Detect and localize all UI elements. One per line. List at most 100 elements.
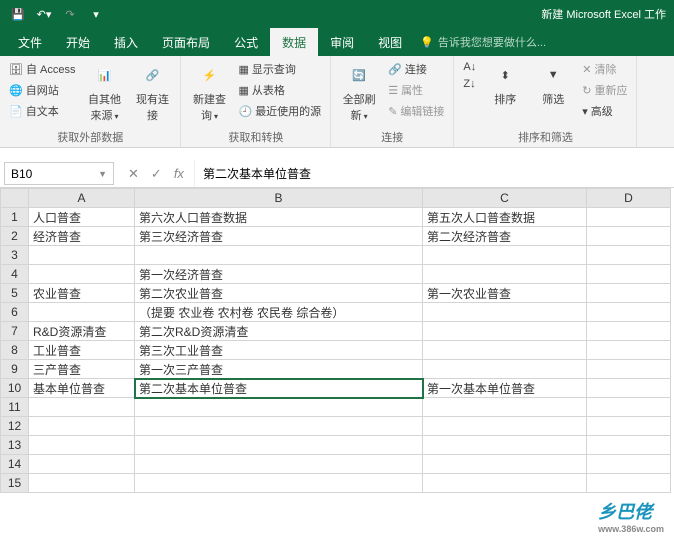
cell-B12[interactable]	[135, 417, 423, 436]
cell-C1[interactable]: 第五次人口普查数据	[423, 208, 587, 227]
from-web-button[interactable]: 🌐自网站	[6, 80, 78, 100]
show-queries-button[interactable]: ▦显示查询	[235, 59, 324, 79]
cell-A7[interactable]: R&D资源清查	[29, 322, 135, 341]
cell-B5[interactable]: 第二次农业普查	[135, 284, 423, 303]
cell-A3[interactable]	[29, 246, 135, 265]
row-header-10[interactable]: 10	[1, 379, 29, 398]
cell-B2[interactable]: 第三次经济普查	[135, 227, 423, 246]
cell-C7[interactable]	[423, 322, 587, 341]
row-header-14[interactable]: 14	[1, 455, 29, 474]
col-header-B[interactable]: B	[135, 189, 423, 208]
cell-C8[interactable]	[423, 341, 587, 360]
cell-D11[interactable]	[587, 398, 671, 417]
cell-A8[interactable]: 工业普查	[29, 341, 135, 360]
row-header-7[interactable]: 7	[1, 322, 29, 341]
cell-C6[interactable]	[423, 303, 587, 322]
properties-button[interactable]: ☰属性	[385, 80, 447, 100]
cell-C12[interactable]	[423, 417, 587, 436]
save-icon[interactable]: 💾	[8, 4, 28, 24]
cell-D2[interactable]	[587, 227, 671, 246]
tab-data[interactable]: 数据	[270, 28, 318, 56]
undo-icon[interactable]: ↶▾	[34, 4, 54, 24]
row-header-6[interactable]: 6	[1, 303, 29, 322]
tab-file[interactable]: 文件	[6, 28, 54, 56]
cell-D15[interactable]	[587, 474, 671, 493]
row-header-1[interactable]: 1	[1, 208, 29, 227]
cell-C3[interactable]	[423, 246, 587, 265]
sort-button[interactable]: ⬍排序	[483, 59, 527, 109]
cell-A14[interactable]	[29, 455, 135, 474]
cell-A13[interactable]	[29, 436, 135, 455]
cell-C13[interactable]	[423, 436, 587, 455]
cell-D1[interactable]	[587, 208, 671, 227]
row-header-12[interactable]: 12	[1, 417, 29, 436]
col-header-A[interactable]: A	[29, 189, 135, 208]
cell-C11[interactable]	[423, 398, 587, 417]
cell-A2[interactable]: 经济普查	[29, 227, 135, 246]
cancel-icon[interactable]: ✕	[128, 166, 139, 182]
name-box[interactable]: B10 ▼	[4, 162, 114, 185]
cell-A12[interactable]	[29, 417, 135, 436]
cell-B1[interactable]: 第六次人口普查数据	[135, 208, 423, 227]
recent-sources-button[interactable]: 🕘最近使用的源	[235, 101, 324, 121]
sort-asc-button[interactable]: A↓	[460, 59, 479, 75]
cell-B14[interactable]	[135, 455, 423, 474]
edit-links-button[interactable]: ✎编辑链接	[385, 101, 447, 121]
formula-input[interactable]: 第二次基本单位普查	[194, 160, 674, 187]
cell-D9[interactable]	[587, 360, 671, 379]
col-header-C[interactable]: C	[423, 189, 587, 208]
new-query-button[interactable]: ⚡新建查询	[187, 59, 231, 125]
row-header-8[interactable]: 8	[1, 341, 29, 360]
refresh-all-button[interactable]: 🔄全部刷新	[337, 59, 381, 125]
redo-icon[interactable]: ↷	[60, 4, 80, 24]
col-header-D[interactable]: D	[587, 189, 671, 208]
cell-D13[interactable]	[587, 436, 671, 455]
tab-page-layout[interactable]: 页面布局	[150, 28, 222, 56]
cell-C10[interactable]: 第一次基本单位普查	[423, 379, 587, 398]
row-header-5[interactable]: 5	[1, 284, 29, 303]
from-text-button[interactable]: 📄自文本	[6, 101, 78, 121]
cell-B15[interactable]	[135, 474, 423, 493]
reapply-button[interactable]: ↻重新应	[579, 80, 630, 100]
cell-C9[interactable]	[423, 360, 587, 379]
tab-formulas[interactable]: 公式	[222, 28, 270, 56]
cell-A6[interactable]	[29, 303, 135, 322]
tab-insert[interactable]: 插入	[102, 28, 150, 56]
clear-filter-button[interactable]: ✕清除	[579, 59, 630, 79]
cell-B10[interactable]: 第二次基本单位普查	[135, 379, 423, 398]
select-all-cell[interactable]	[1, 189, 29, 208]
cell-C5[interactable]: 第一次农业普查	[423, 284, 587, 303]
qat-customize-icon[interactable]: ▾	[86, 4, 106, 24]
cell-A15[interactable]	[29, 474, 135, 493]
tell-me[interactable]: 💡 告诉我您想要做什么...	[420, 28, 546, 56]
cell-A9[interactable]: 三产普查	[29, 360, 135, 379]
row-header-2[interactable]: 2	[1, 227, 29, 246]
cell-D5[interactable]	[587, 284, 671, 303]
chevron-down-icon[interactable]: ▼	[98, 169, 107, 179]
cell-D10[interactable]	[587, 379, 671, 398]
advanced-filter-button[interactable]: ▾高级	[579, 101, 630, 121]
cell-A4[interactable]	[29, 265, 135, 284]
cell-C2[interactable]: 第二次经济普查	[423, 227, 587, 246]
from-other-button[interactable]: 📊自其他来源	[82, 59, 126, 125]
cell-A11[interactable]	[29, 398, 135, 417]
row-header-15[interactable]: 15	[1, 474, 29, 493]
cell-B7[interactable]: 第二次R&D资源清查	[135, 322, 423, 341]
cell-D6[interactable]	[587, 303, 671, 322]
cell-B4[interactable]: 第一次经济普查	[135, 265, 423, 284]
from-access-button[interactable]: 🗄自 Access	[6, 59, 78, 79]
cell-B3[interactable]	[135, 246, 423, 265]
cell-A1[interactable]: 人口普查	[29, 208, 135, 227]
cell-A5[interactable]: 农业普查	[29, 284, 135, 303]
cell-D12[interactable]	[587, 417, 671, 436]
cell-D8[interactable]	[587, 341, 671, 360]
cell-D4[interactable]	[587, 265, 671, 284]
fx-icon[interactable]: fx	[174, 166, 184, 181]
cell-C14[interactable]	[423, 455, 587, 474]
row-header-9[interactable]: 9	[1, 360, 29, 379]
existing-conn-button[interactable]: 🔗现有连接	[130, 59, 174, 125]
tab-review[interactable]: 审阅	[318, 28, 366, 56]
row-header-3[interactable]: 3	[1, 246, 29, 265]
enter-icon[interactable]: ✓	[151, 166, 162, 182]
tab-view[interactable]: 视图	[366, 28, 414, 56]
